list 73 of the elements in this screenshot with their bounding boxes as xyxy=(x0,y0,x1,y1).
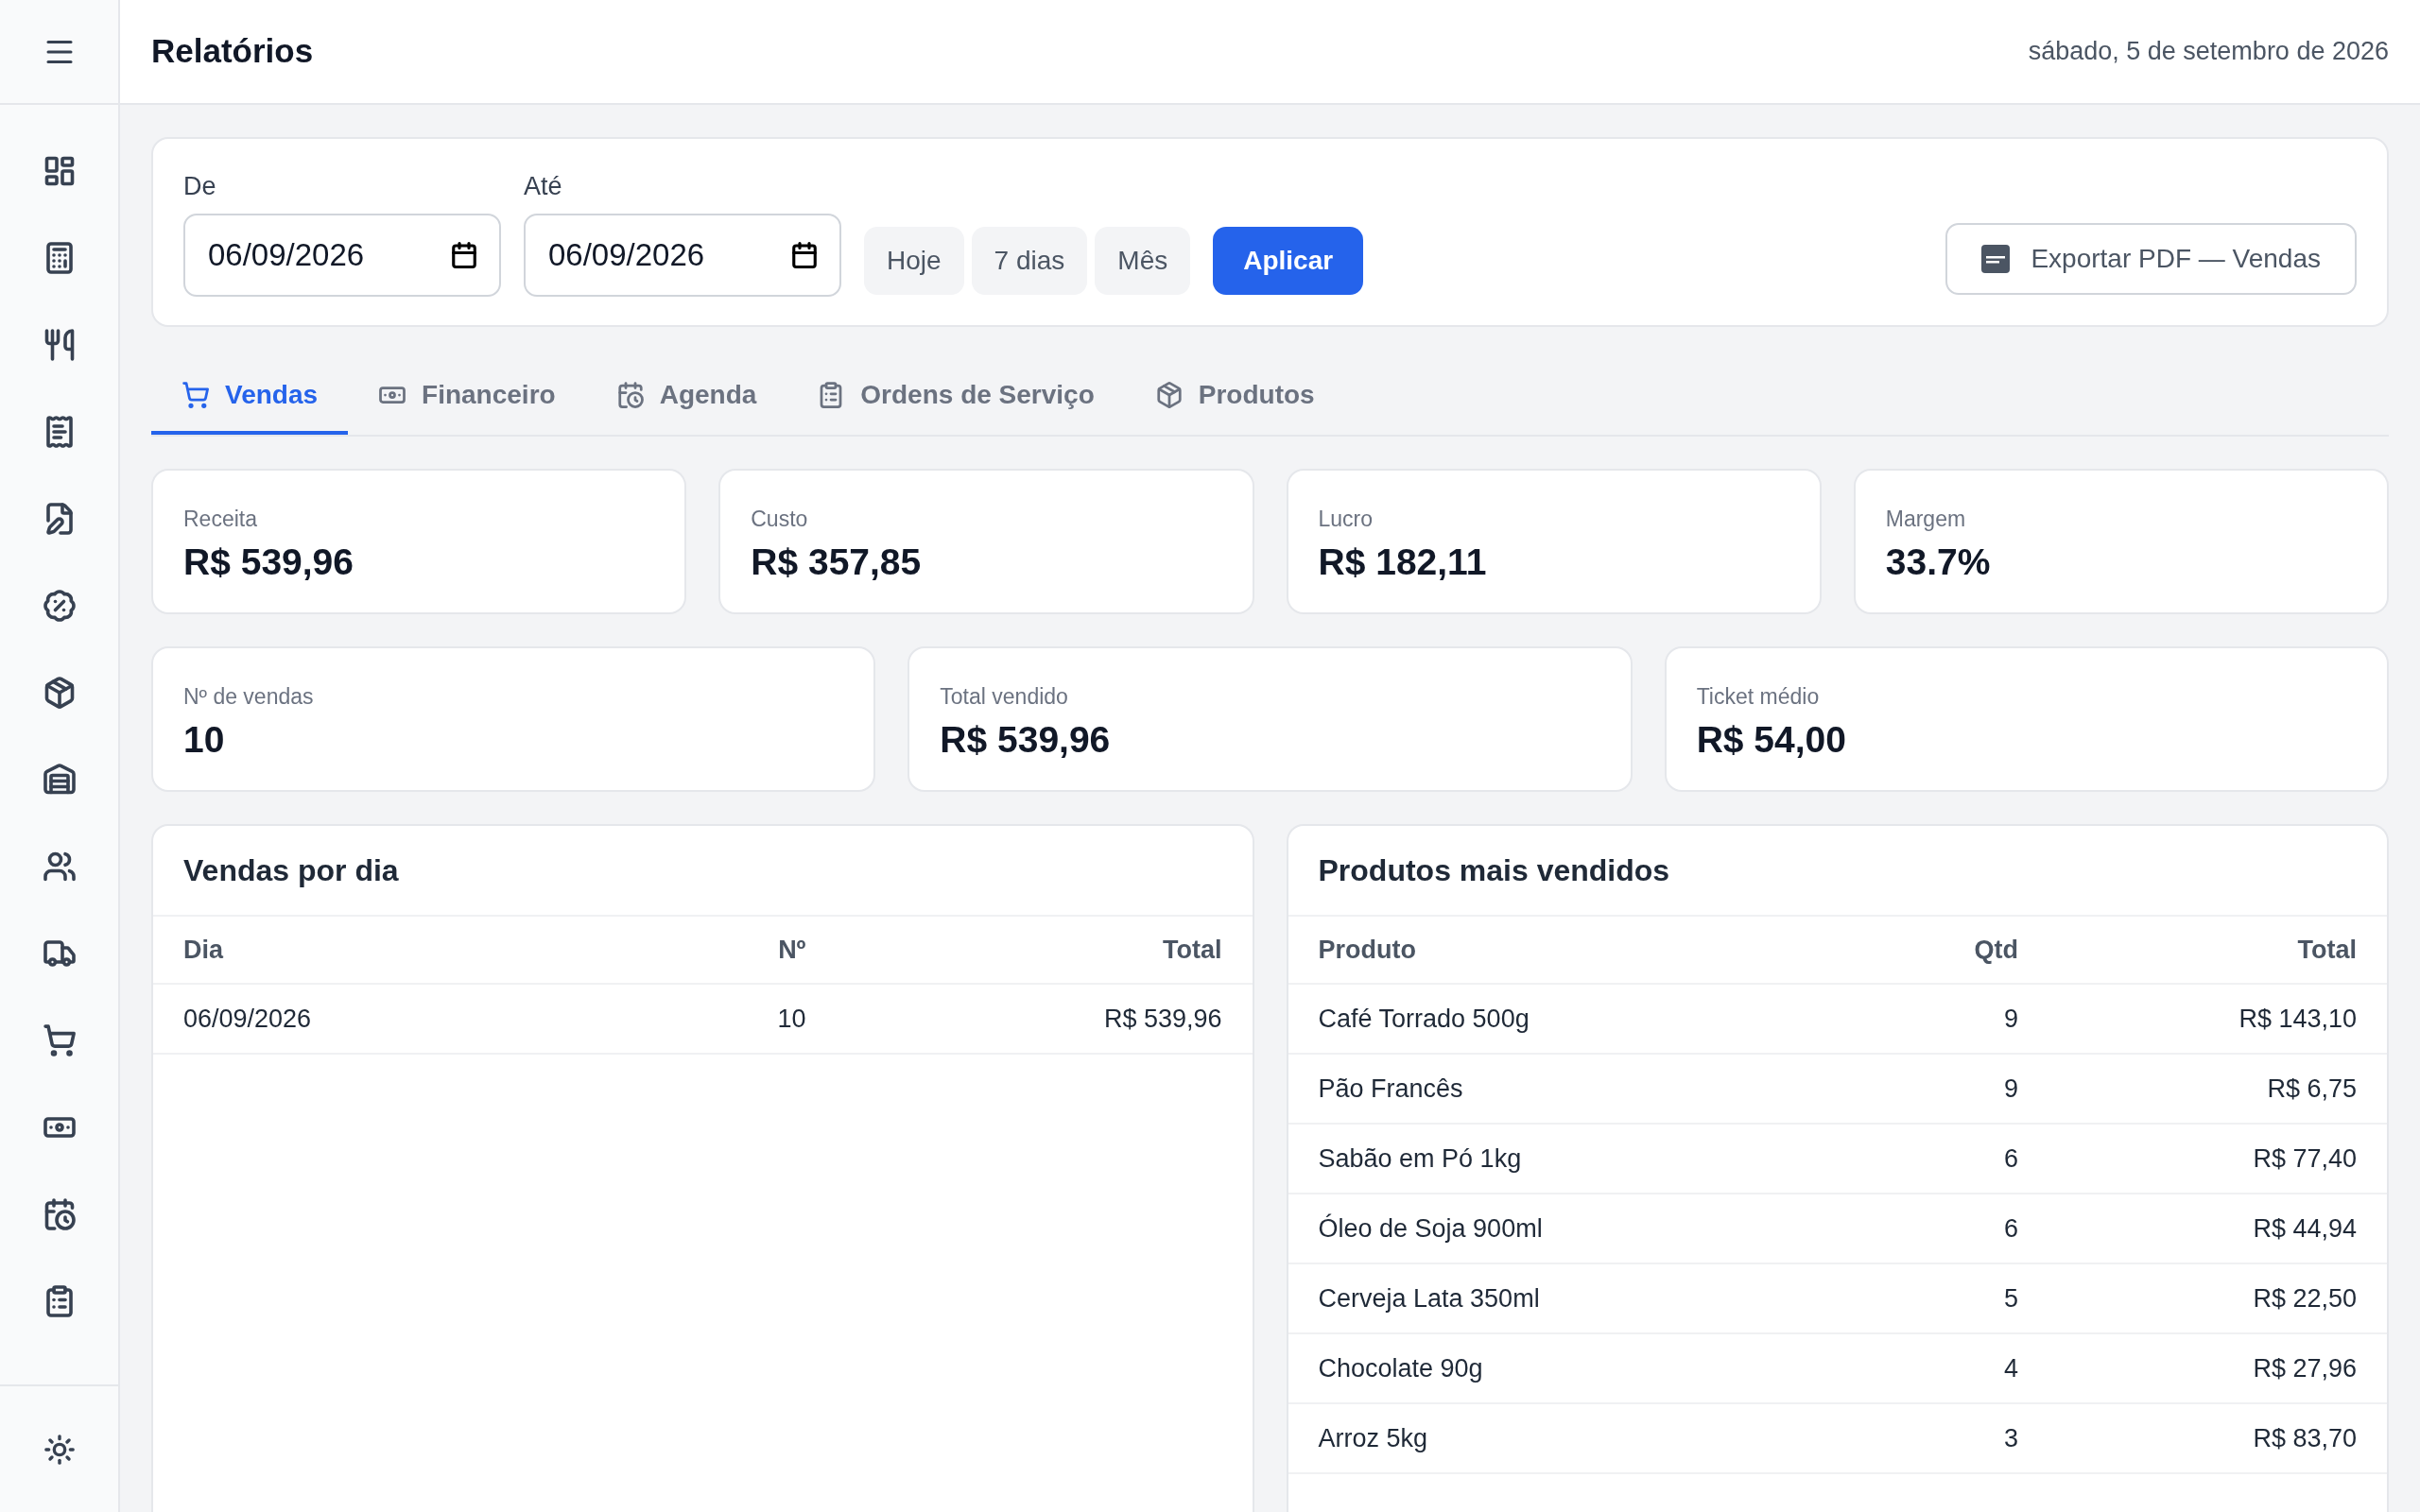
kpi-value: R$ 539,96 xyxy=(183,540,354,584)
column-header: Total xyxy=(1163,934,1222,966)
preset-button[interactable]: Mês xyxy=(1095,227,1191,295)
table-cell-text: 06/09/2026 xyxy=(183,1003,312,1035)
table-cell-text: 6 xyxy=(2003,1212,2018,1245)
kpi-label: Margem xyxy=(1885,506,1967,533)
column-header: Qtd xyxy=(1974,934,2018,966)
warehouse-icon[interactable] xyxy=(42,763,77,797)
kpi-label: Receita xyxy=(183,506,258,533)
date-field[interactable]: 06/09/2026 xyxy=(524,213,841,297)
table-cell-text: 10 xyxy=(777,1003,806,1035)
kpi-label: Total vendido xyxy=(940,683,1069,711)
cart-icon xyxy=(182,380,210,409)
table-cell-text: R$ 143,10 xyxy=(2238,1003,2357,1035)
table-cell-text: Óleo de Soja 900ml xyxy=(1318,1212,1543,1245)
date-text: sábado, 5 de setembro de 2026 xyxy=(2028,36,2389,68)
field-label: Até xyxy=(524,171,563,203)
table-cell-text: Sabão em Pó 1kg xyxy=(1318,1143,1522,1175)
kpi-value: R$ 54,00 xyxy=(1696,717,1847,762)
table-cell-text: R$ 27,96 xyxy=(2253,1352,2357,1384)
kpi-label: Ticket médio xyxy=(1696,683,1821,711)
table-cell-text: Chocolate 90g xyxy=(1318,1352,1483,1384)
card-title: Produtos mais vendidos xyxy=(1318,852,1670,889)
box-icon xyxy=(1154,380,1184,409)
pdf-file-icon xyxy=(1981,245,2011,273)
table-cell-text: R$ 539,96 xyxy=(1103,1003,1222,1035)
calendar-icon[interactable] xyxy=(790,240,819,269)
tab[interactable]: Ordens de Serviço xyxy=(786,358,1125,435)
table-cell-text: R$ 6,75 xyxy=(2267,1073,2357,1105)
calendar-icon[interactable] xyxy=(450,240,478,269)
table-cell-text: R$ 44,94 xyxy=(2253,1212,2357,1245)
kpi-value: R$ 539,96 xyxy=(940,717,1112,762)
table-cell-text: Arroz 5kg xyxy=(1318,1422,1428,1454)
preset-button[interactable]: 7 dias xyxy=(971,227,1088,295)
column-header: Produto xyxy=(1318,934,1416,966)
table-cell-text: 6 xyxy=(2003,1143,2018,1175)
table-cell-text: R$ 83,70 xyxy=(2253,1422,2357,1454)
tab[interactable]: Vendas xyxy=(151,358,349,435)
kpi-value: 33.7% xyxy=(1885,540,1992,584)
page-title: Relatórios xyxy=(151,31,314,72)
percent-badge-icon[interactable] xyxy=(42,589,77,623)
tab[interactable]: Produtos xyxy=(1124,358,1345,435)
table-cell-text: 5 xyxy=(2003,1282,2018,1314)
table-cell-text: 3 xyxy=(2003,1422,2018,1454)
table-cell-text: Pão Francês xyxy=(1318,1073,1463,1105)
theme-icon[interactable] xyxy=(43,1433,76,1466)
tab[interactable]: Agenda xyxy=(585,358,787,435)
kpi-label: Nº de vendas xyxy=(183,683,315,711)
card-title: Vendas por dia xyxy=(183,852,399,889)
calendar-clock-icon xyxy=(615,380,645,409)
apply-button[interactable]: Aplicar xyxy=(1213,227,1364,295)
field-label: De xyxy=(183,171,217,203)
table-cell-text: R$ 77,40 xyxy=(2253,1143,2357,1175)
table-cell-text: Café Torrado 500g xyxy=(1318,1003,1530,1035)
table-cell-text: R$ 22,50 xyxy=(2253,1282,2357,1314)
export-pdf-button[interactable]: Exportar PDF — Vendas xyxy=(1945,223,2357,295)
cart-icon[interactable] xyxy=(42,1023,77,1057)
kpi-label: Custo xyxy=(751,506,809,533)
column-header: Nº xyxy=(778,934,806,966)
kpi-value: R$ 182,11 xyxy=(1318,540,1488,584)
kpi-label: Lucro xyxy=(1318,506,1374,533)
column-header: Total xyxy=(2297,934,2357,966)
table-cell-text: 4 xyxy=(2003,1352,2018,1384)
tab[interactable]: Financeiro xyxy=(348,358,586,435)
table-cell-text: 9 xyxy=(2003,1003,2018,1035)
column-header: Dia xyxy=(183,934,224,966)
table-cell-text: 9 xyxy=(2003,1073,2018,1105)
date-field[interactable]: 06/09/2026 xyxy=(183,213,501,297)
preset-button[interactable]: Hoje xyxy=(864,227,964,295)
kpi-value: 10 xyxy=(183,717,226,762)
table-cell-text: Cerveja Lata 350ml xyxy=(1318,1282,1540,1314)
users-icon[interactable] xyxy=(42,850,77,884)
kpi-value: R$ 357,85 xyxy=(751,540,923,584)
